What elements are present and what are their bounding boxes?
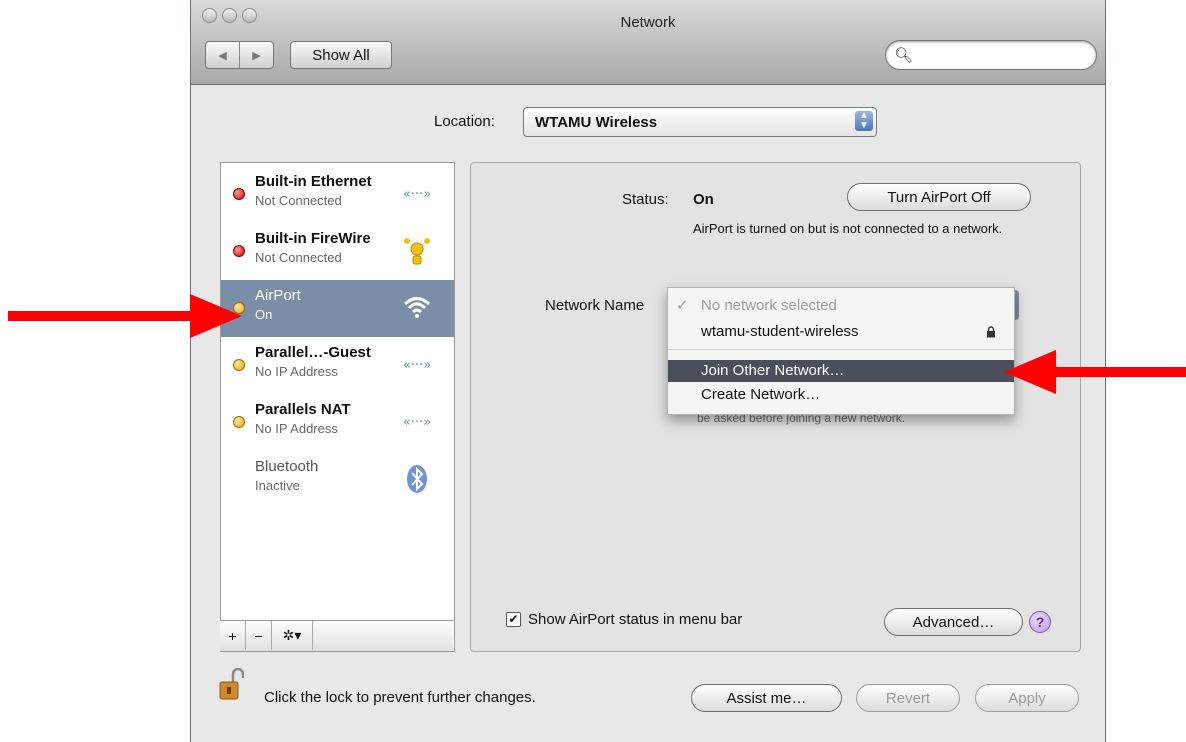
ethernet-icon: «···» bbox=[399, 349, 435, 381]
status-description: AirPort is turned on but is not connecte… bbox=[693, 221, 1003, 236]
service-status: On bbox=[255, 307, 273, 322]
menu-item-create-network[interactable]: Create Network… bbox=[668, 384, 1014, 406]
window-title: Network bbox=[620, 14, 676, 31]
back-arrow-icon[interactable]: ◀ bbox=[206, 42, 240, 68]
service-name: Built-in FireWire bbox=[255, 230, 371, 247]
service-name: Parallels NAT bbox=[255, 401, 351, 418]
location-value: WTAMU Wireless bbox=[535, 114, 658, 131]
annotation-arrow-left bbox=[8, 294, 242, 338]
service-item-parallels-guest[interactable]: Parallel…-Guest No IP Address «···» bbox=[221, 337, 454, 394]
service-status: Not Connected bbox=[255, 250, 342, 265]
title-bar: Network ◀ ▶ Show All 🔍︎ bbox=[191, 0, 1105, 85]
network-preferences-window: Network ◀ ▶ Show All 🔍︎ Location: WTAMU … bbox=[190, 0, 1106, 742]
revert-button[interactable]: Revert bbox=[856, 684, 960, 712]
service-item-built-in-firewire[interactable]: Built-in FireWire Not Connected bbox=[221, 223, 454, 280]
show-status-checkbox[interactable]: ✔ bbox=[506, 612, 521, 627]
wifi-icon bbox=[399, 292, 435, 324]
apply-button[interactable]: Apply bbox=[975, 684, 1079, 712]
service-status: Not Connected bbox=[255, 193, 342, 208]
add-service-button[interactable]: + bbox=[220, 621, 246, 650]
annotation-arrow-right bbox=[1004, 350, 1186, 394]
service-list: Built-in Ethernet Not Connected «···» Bu… bbox=[220, 162, 455, 652]
lock-icon bbox=[986, 321, 996, 346]
search-icon: 🔍︎ bbox=[894, 47, 914, 64]
menu-item-no-network: ✓ No network selected bbox=[668, 295, 1014, 317]
firewire-icon bbox=[399, 235, 435, 267]
open-lock-icon[interactable] bbox=[219, 667, 245, 700]
service-list-toolbar: + − ✲▾ bbox=[220, 620, 453, 651]
gear-icon[interactable]: ✲▾ bbox=[272, 621, 313, 650]
forward-arrow-icon[interactable]: ▶ bbox=[240, 42, 273, 68]
status-indicator-red bbox=[233, 188, 245, 200]
status-indicator-amber bbox=[233, 359, 245, 371]
back-forward-control: ◀ ▶ bbox=[205, 41, 274, 69]
service-status: Inactive bbox=[255, 478, 300, 493]
service-item-parallels-nat[interactable]: Parallels NAT No IP Address «···» bbox=[221, 394, 454, 451]
network-name-label: Network Name bbox=[545, 297, 645, 314]
ethernet-icon: «···» bbox=[399, 406, 435, 438]
menu-item-join-other-network[interactable]: Join Other Network… bbox=[668, 360, 1014, 382]
status-indicator-amber bbox=[233, 416, 245, 428]
svg-text:«···»: «···» bbox=[403, 415, 431, 430]
service-item-bluetooth[interactable]: Bluetooth Inactive bbox=[221, 451, 454, 508]
popup-arrows-icon: ▲ ▼ bbox=[855, 111, 873, 131]
show-status-label[interactable]: Show AirPort status in menu bar bbox=[528, 611, 742, 628]
status-value: On bbox=[693, 191, 714, 208]
svg-text:«···»: «···» bbox=[403, 187, 431, 202]
service-name: Built-in Ethernet bbox=[255, 173, 372, 190]
network-name-menu: ✓ No network selected wtamu-student-wire… bbox=[667, 287, 1015, 415]
bluetooth-icon bbox=[399, 463, 435, 495]
location-label: Location: bbox=[434, 113, 495, 130]
service-name: AirPort bbox=[255, 287, 301, 304]
assist-me-button[interactable]: Assist me… bbox=[691, 684, 842, 712]
search-field[interactable]: 🔍︎ bbox=[885, 40, 1097, 70]
lock-message: Click the lock to prevent further change… bbox=[264, 689, 536, 706]
svg-text:«···»: «···» bbox=[403, 358, 431, 373]
menu-item-wtamu-student-wireless[interactable]: wtamu-student-wireless bbox=[668, 321, 1014, 343]
checkmark-icon: ✓ bbox=[676, 297, 689, 314]
service-item-airport[interactable]: AirPort On bbox=[221, 280, 454, 337]
menu-separator bbox=[668, 349, 1014, 350]
advanced-button[interactable]: Advanced… bbox=[884, 608, 1023, 636]
turn-airport-off-button[interactable]: Turn AirPort Off bbox=[847, 183, 1031, 211]
service-name: Parallel…-Guest bbox=[255, 344, 371, 361]
help-button[interactable]: ? bbox=[1029, 611, 1051, 633]
location-select[interactable]: WTAMU Wireless ▲ ▼ bbox=[523, 107, 877, 137]
status-label: Status: bbox=[622, 191, 669, 208]
remove-service-button[interactable]: − bbox=[246, 621, 272, 650]
status-indicator-red bbox=[233, 245, 245, 257]
service-status: No IP Address bbox=[255, 364, 338, 379]
ethernet-icon: «···» bbox=[399, 178, 435, 210]
service-status: No IP Address bbox=[255, 421, 338, 436]
show-all-button[interactable]: Show All bbox=[290, 41, 392, 69]
service-name: Bluetooth bbox=[255, 458, 319, 475]
service-item-built-in-ethernet[interactable]: Built-in Ethernet Not Connected «···» bbox=[221, 166, 454, 223]
